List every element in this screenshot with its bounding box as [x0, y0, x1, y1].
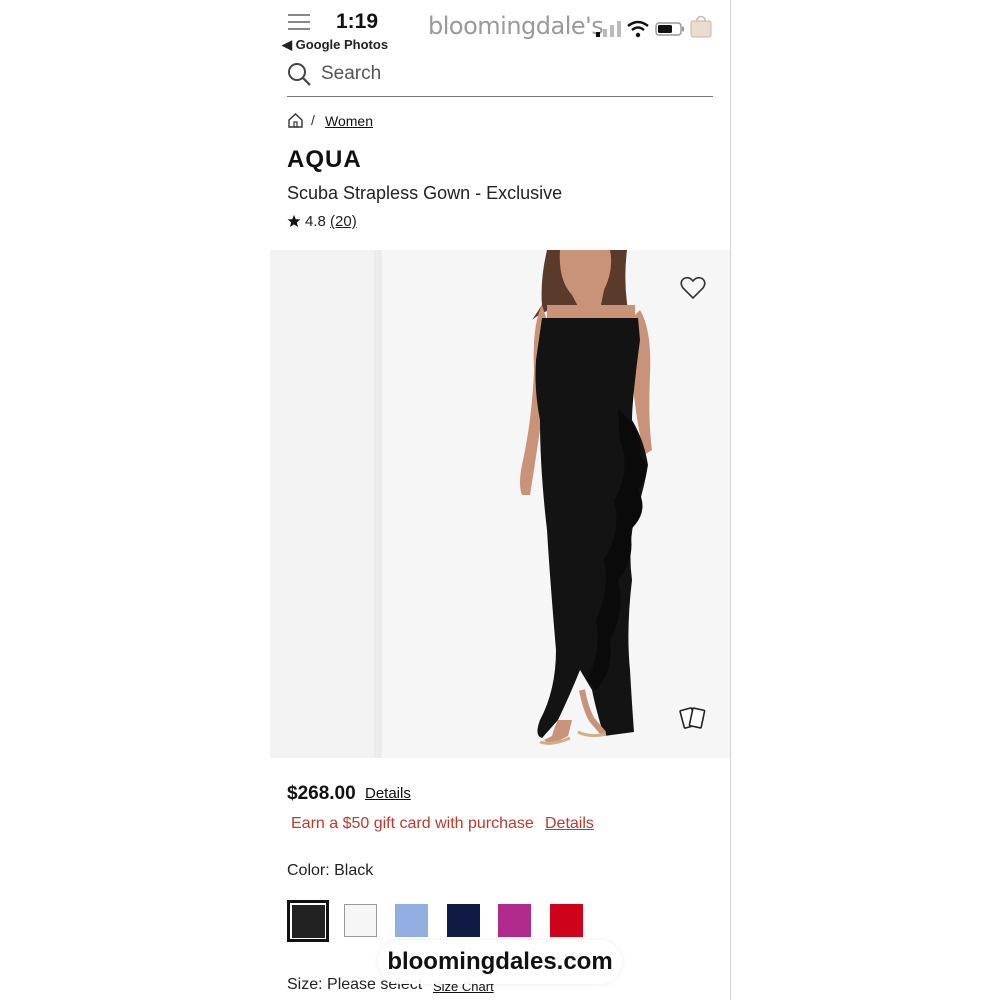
rating-value: 4.8	[305, 213, 326, 230]
product-price: $268.00	[287, 783, 356, 804]
site-watermark: bloomingdales.com	[378, 940, 622, 984]
brand-logo[interactable]: bloomingdale's	[428, 12, 604, 40]
battery-icon	[655, 22, 684, 36]
heart-icon[interactable]	[680, 276, 706, 300]
price-details-link[interactable]: Details	[365, 785, 411, 802]
color-swatch[interactable]	[339, 900, 381, 942]
home-icon[interactable]	[287, 112, 304, 129]
cellular-signal-icon	[596, 21, 621, 37]
color-swatch-fill	[549, 904, 583, 937]
screen-edge-divider	[730, 0, 731, 1000]
color-swatch-fill	[292, 905, 325, 938]
search-icon[interactable]	[287, 62, 311, 86]
color-swatch[interactable]	[442, 900, 484, 942]
color-swatch-fill	[446, 904, 480, 937]
color-swatch-fill	[343, 904, 377, 937]
back-to-app-link[interactable]: ◀ Google Photos	[282, 37, 388, 53]
search-bar	[287, 58, 713, 97]
color-swatch[interactable]	[390, 900, 432, 942]
color-swatch-fill	[395, 904, 428, 937]
product-image-gallery[interactable]	[270, 250, 730, 758]
image-cards-icon[interactable]	[679, 706, 706, 730]
review-count[interactable]: (20)	[330, 213, 357, 230]
wifi-icon	[627, 20, 649, 38]
shopping-bag-icon[interactable]	[690, 14, 712, 38]
breadcrumb-separator: /	[311, 112, 315, 128]
star-icon	[287, 214, 301, 227]
gallery-divider	[374, 250, 382, 758]
promo-text: Earn a $50 gift card with purchase	[291, 815, 534, 832]
status-time: 1:19	[336, 10, 379, 33]
product-brand[interactable]: AQUA	[287, 146, 362, 174]
phone-screen: 1:19 ◀ Google Photos bloomingdale's /	[270, 0, 730, 1000]
color-swatch-fill	[498, 904, 531, 937]
product-title: Scuba Strapless Gown - Exclusive	[287, 183, 563, 203]
promo-details-link[interactable]: Details	[545, 815, 594, 833]
color-swatch[interactable]	[545, 900, 587, 942]
color-swatch[interactable]	[287, 900, 329, 942]
product-rating[interactable]: 4.8 (20)	[287, 213, 357, 230]
previous-image-peek[interactable]	[270, 250, 374, 758]
search-input[interactable]	[321, 63, 701, 85]
breadcrumb-link-women[interactable]: Women	[325, 113, 373, 129]
color-label: Color: Black	[287, 862, 374, 879]
hamburger-menu-icon[interactable]	[288, 14, 310, 30]
color-swatch[interactable]	[493, 900, 535, 942]
gown-illustration	[520, 250, 652, 745]
product-image[interactable]	[382, 250, 730, 758]
